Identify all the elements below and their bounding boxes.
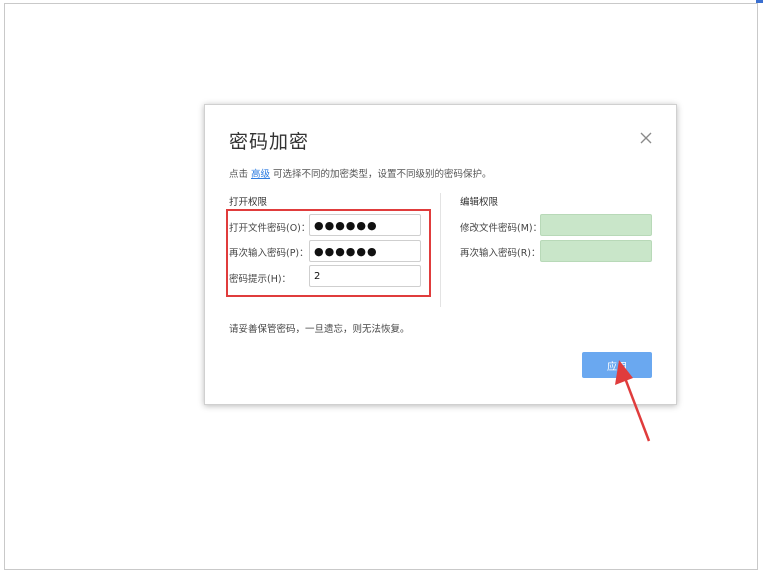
advanced-link[interactable]: 高级 (251, 169, 270, 180)
apply-button[interactable]: 应用 (582, 352, 652, 378)
dialog-title: 密码加密 (229, 131, 310, 153)
confirm-open-password-label: 再次输入密码(P)： (229, 248, 309, 259)
window-corner-accent (756, 0, 763, 3)
edit-permission-title: 编辑权限 (460, 197, 499, 208)
open-password-input[interactable] (309, 214, 421, 236)
modify-password-input[interactable] (540, 214, 652, 236)
password-hint-label: 密码提示(H)： (229, 274, 292, 285)
open-permission-title: 打开权限 (229, 197, 268, 208)
hint-prefix: 点击 (229, 169, 249, 180)
password-hint-input[interactable] (309, 265, 421, 287)
section-divider (440, 193, 441, 307)
close-icon[interactable] (637, 129, 655, 147)
password-warning: 请妥善保管密码，一旦遗忘，则无法恢复。 (229, 324, 410, 335)
hint-suffix: 可选择不同的加密类型，设置不同级别的密码保护。 (273, 169, 492, 180)
dialog-hint: 点击 高级 可选择不同的加密类型，设置不同级别的密码保护。 (229, 166, 492, 180)
confirm-open-password-input[interactable] (309, 240, 421, 262)
modify-password-label: 修改文件密码(M)： (460, 223, 543, 234)
password-encrypt-dialog: 密码加密 点击 高级 可选择不同的加密类型，设置不同级别的密码保护。 打开权限 打开… (204, 104, 677, 405)
confirm-modify-password-label: 再次输入密码(R)： (460, 248, 541, 259)
open-password-label: 打开文件密码(O)： (229, 223, 311, 234)
confirm-modify-password-input[interactable] (540, 240, 652, 262)
